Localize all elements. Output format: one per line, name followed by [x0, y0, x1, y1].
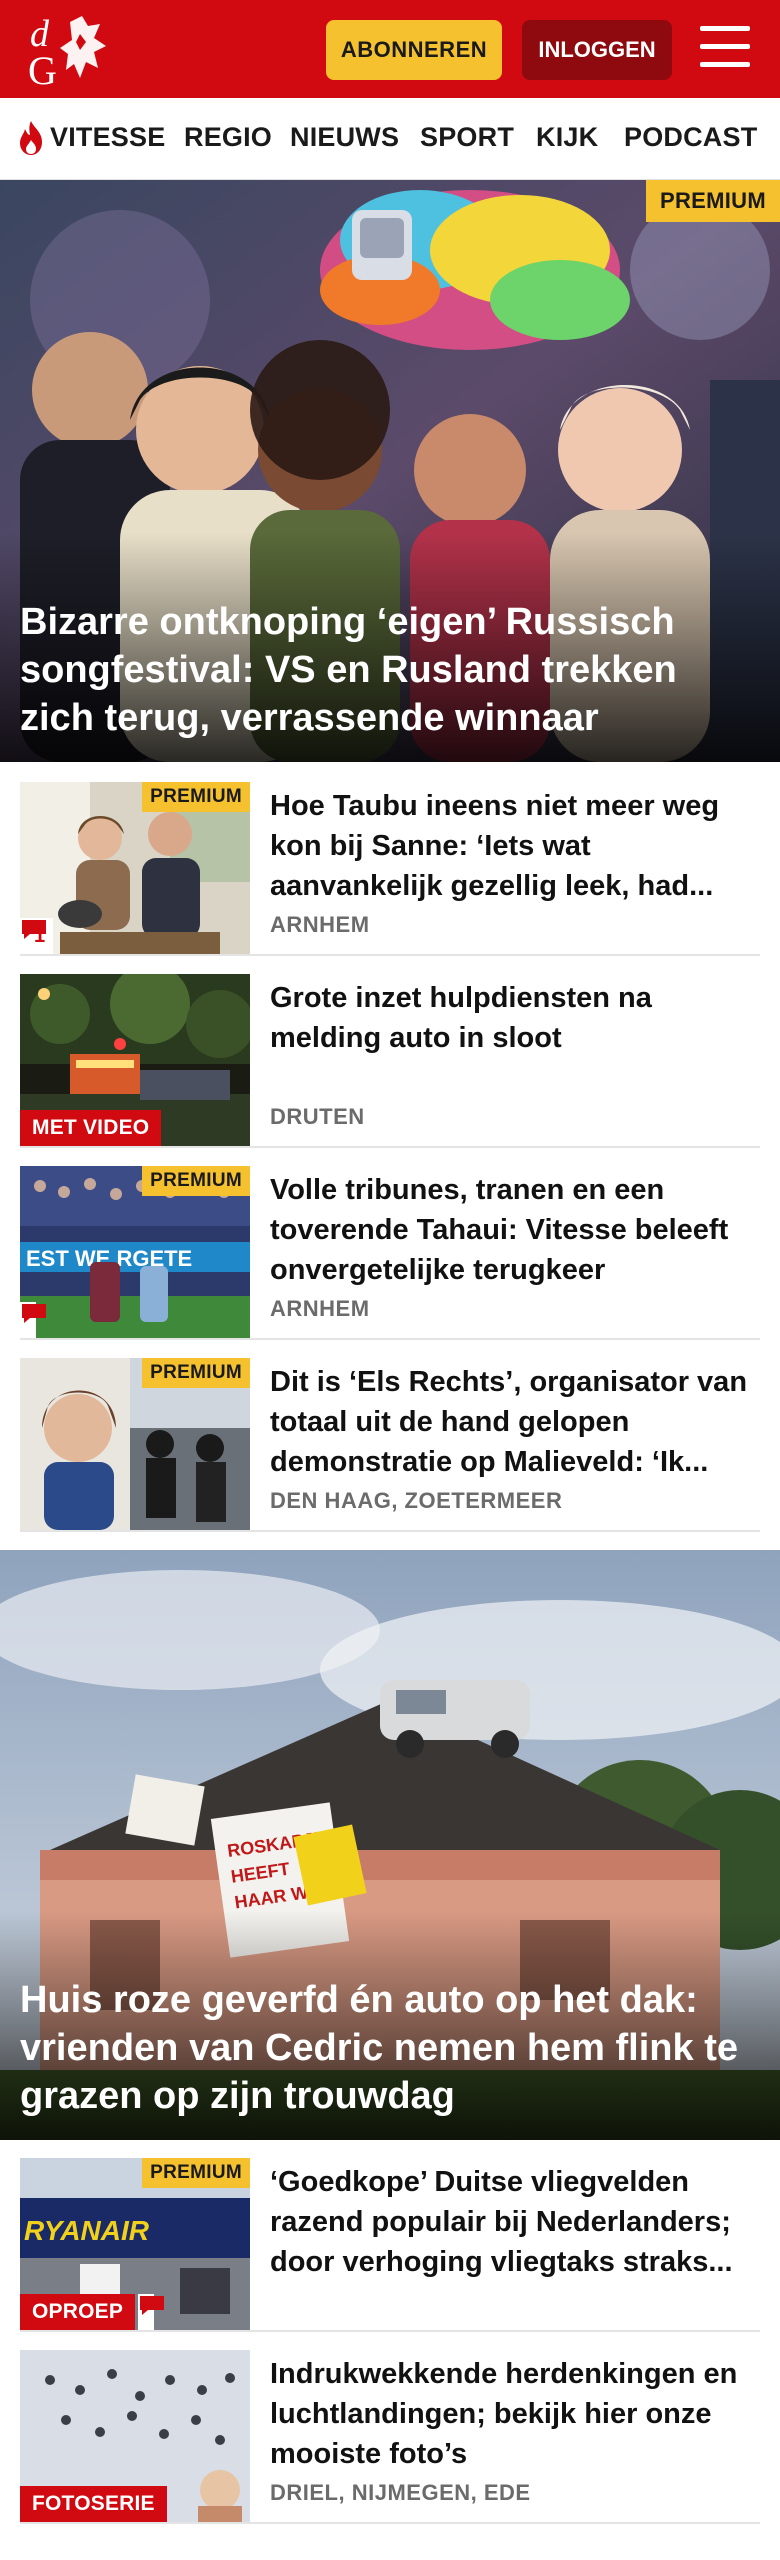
logo-icon: d G: [28, 13, 106, 93]
subscribe-button[interactable]: ABONNEREN: [326, 20, 502, 80]
site-logo[interactable]: d G: [24, 12, 112, 93]
comment-icon: [22, 920, 46, 939]
oproep-label-badge: OPROEP: [20, 2294, 136, 2330]
flame-icon: [20, 121, 42, 155]
list-item[interactable]: RYANAIR PREMIUM OPROEP ‘Goedkope’ Duitse…: [20, 2140, 760, 2332]
premium-badge: PREMIUM: [646, 180, 780, 222]
premium-badge: PREMIUM: [142, 1358, 250, 1388]
hamburger-menu-icon[interactable]: [700, 26, 750, 70]
comment-badge[interactable]: [20, 1302, 46, 1338]
hero-article-wedding-prank[interactable]: ROSKAPJE HEEFT HAAR WOLF Huis roze gever…: [0, 1550, 780, 2140]
comment-icon: [140, 2296, 164, 2315]
hero-headline[interactable]: Bizarre ontknoping ‘eigen’ Russisch song…: [20, 598, 756, 742]
hero-headline[interactable]: Huis roze geverfd én auto op het dak: vr…: [20, 1976, 756, 2120]
comment-icon: [22, 1304, 46, 1323]
article-title[interactable]: Indrukwekkende herdenkingen en luchtland…: [270, 2354, 750, 2474]
list-item[interactable]: MET VIDEO Grote inzet hulpdiensten na me…: [20, 956, 760, 1148]
nav-item-kijk[interactable]: KIJK: [536, 122, 598, 153]
article-title[interactable]: Volle tribunes, tranen en een toverende …: [270, 1170, 750, 1290]
premium-badge: PREMIUM: [142, 1166, 250, 1196]
article-thumbnail: PREMIUM 1: [20, 782, 250, 954]
list-item[interactable]: PREMIUM Dit is ‘Els Rechts’, organisator…: [20, 1340, 760, 1532]
nav-item-sport[interactable]: SPORT: [420, 122, 514, 153]
fotoserie-label-badge: FOTOSERIE: [20, 2486, 167, 2522]
article-title[interactable]: Grote inzet hulpdiensten na melding auto…: [270, 978, 750, 1098]
svg-text:RYANAIR: RYANAIR: [24, 2215, 150, 2246]
article-location: ARNHEM: [270, 912, 370, 937]
article-location: ARNHEM: [270, 1296, 370, 1321]
login-button[interactable]: INLOGGEN: [522, 20, 672, 80]
article-title[interactable]: Dit is ‘Els Rechts’, organisator van tot…: [270, 1362, 750, 1482]
article-title[interactable]: Hoe Taubu ineens niet meer weg kon bij S…: [270, 786, 750, 906]
article-thumbnail: FOTOSERIE: [20, 2350, 250, 2522]
section-nav: VITESSE REGIO NIEUWS SPORT KIJK PODCAST: [0, 98, 780, 180]
list-item[interactable]: EST WE RGETE PREMIUM Volle tribunes, tra…: [20, 1148, 760, 1340]
article-thumbnail: EST WE RGETE PREMIUM: [20, 1166, 250, 1338]
article-thumbnail: PREMIUM: [20, 1358, 250, 1530]
video-label-badge: MET VIDEO: [20, 1110, 162, 1146]
svg-text:G: G: [28, 48, 57, 88]
top-header: d G ABONNEREN INLOGGEN: [0, 0, 780, 98]
nav-item-regio[interactable]: REGIO: [184, 122, 272, 153]
article-thumbnail: RYANAIR PREMIUM OPROEP: [20, 2158, 250, 2330]
nav-item-nieuws[interactable]: NIEUWS: [290, 122, 399, 153]
nav-item-vitesse[interactable]: VITESSE: [50, 122, 165, 153]
premium-badge: PREMIUM: [142, 782, 250, 812]
comment-count-badge[interactable]: 1: [20, 918, 54, 954]
list-item[interactable]: FOTOSERIE Indrukwekkende herdenkingen en…: [20, 2332, 760, 2524]
nav-item-podcast[interactable]: PODCAST: [624, 122, 757, 153]
article-location: DRIEL, NIJMEGEN, EDE: [270, 2480, 531, 2505]
list-item[interactable]: PREMIUM 1 Hoe Taubu ineens niet meer weg…: [20, 764, 760, 956]
comment-badge[interactable]: [138, 2294, 164, 2330]
article-location: DEN HAAG, ZOETERMEER: [270, 1488, 563, 1513]
article-title[interactable]: ‘Goedkope’ Duitse vliegvelden razend pop…: [270, 2162, 750, 2282]
hero-article-songfestival[interactable]: PREMIUM Bizarre ontknoping ‘eigen’ Russi…: [0, 180, 780, 762]
article-location: DRUTEN: [270, 1104, 365, 1129]
premium-badge: PREMIUM: [142, 2158, 250, 2188]
article-thumbnail: MET VIDEO: [20, 974, 250, 1146]
